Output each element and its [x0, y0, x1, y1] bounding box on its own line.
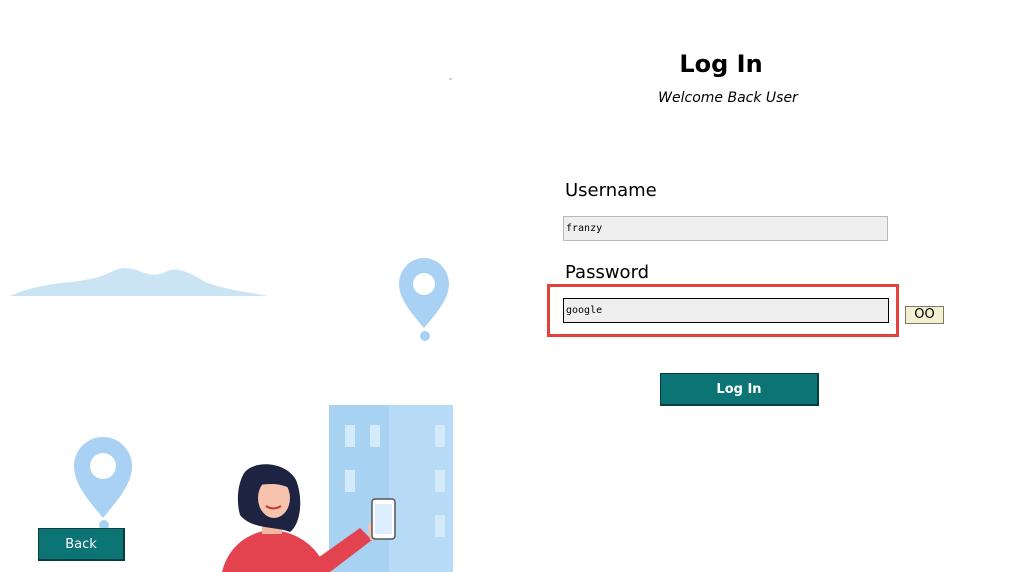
- page-title: Log In: [679, 50, 763, 78]
- smartphone-icon: [371, 498, 396, 540]
- map-pin-icon: [74, 437, 132, 530]
- password-label: Password: [565, 262, 650, 283]
- cloud-icon: [10, 268, 268, 296]
- username-input[interactable]: [563, 216, 888, 241]
- map-pin-icon: [399, 258, 449, 341]
- back-button[interactable]: Back: [38, 528, 125, 561]
- login-button[interactable]: Log In: [660, 373, 819, 406]
- toggle-password-visibility-button[interactable]: OO: [905, 306, 944, 324]
- page-subtitle: Welcome Back User: [658, 90, 798, 106]
- login-illustration: [10, 78, 453, 572]
- username-label: Username: [565, 180, 657, 201]
- password-input[interactable]: [563, 298, 889, 323]
